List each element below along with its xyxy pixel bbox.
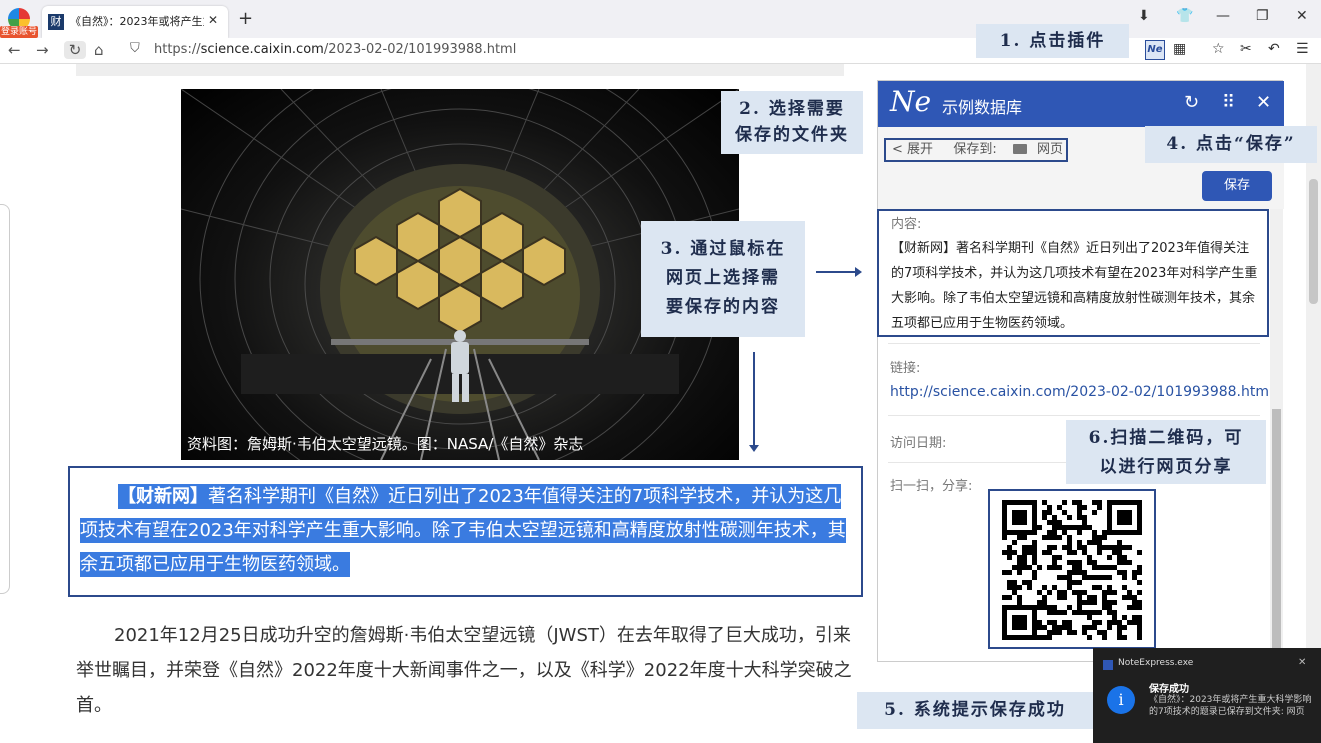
selected-paragraph-box[interactable]: 【财新网】著名科学期刊《自然》近日列出了2023年值得关注的7项科学技术，并认为… (68, 466, 863, 597)
expand-toggle[interactable]: < 展开 (892, 142, 933, 157)
article-paragraph: 2021年12月25日成功升空的詹姆斯·韦伯太空望远镜（JWST）在去年取得了巨… (76, 625, 852, 716)
callout-step-6-line-2: 以进行网页分享 (1099, 457, 1233, 477)
content-text[interactable]: 【财新网】著名科学期刊《自然》近日列出了2023年值得关注的7项科学技术，并认为… (891, 236, 1261, 336)
folder-icon (1012, 144, 1027, 154)
new-tab-button[interactable]: + (238, 8, 253, 29)
callout-step-3-line-1: 3. 通过鼠标在 (660, 239, 786, 259)
callout-step-3-line-2: 网页上选择需 (666, 268, 780, 288)
callout-step-2-line-1: 2. 选择需要 (739, 99, 845, 119)
callout-step-2: 2. 选择需要 保存的文件夹 (721, 91, 863, 154)
divider (888, 415, 1260, 416)
toast-close-icon[interactable]: ✕ (1298, 657, 1306, 668)
shirt-icon[interactable]: 👕 (1176, 8, 1193, 24)
url-input[interactable]: https://science.caixin.com/2023-02-02/10… (154, 39, 1004, 61)
left-side-panel[interactable] (0, 204, 10, 594)
callout-step-3-line-3: 要保存的内容 (666, 297, 780, 317)
link-label: 链接: (890, 361, 921, 376)
qr-code-image (1002, 500, 1142, 640)
close-panel-icon[interactable]: ✕ (1256, 92, 1271, 113)
caixin-favicon-icon: 财 (48, 14, 64, 30)
panel-scrollbar[interactable] (1270, 209, 1283, 661)
noteexpress-app-icon (1103, 660, 1113, 670)
folder-name: 网页 (1036, 142, 1063, 157)
home-icon[interactable]: ⌂ (94, 41, 104, 59)
folder-selector[interactable]: < 展开 保存到: 网页 (884, 138, 1068, 162)
page-scrollbar-thumb[interactable] (1309, 179, 1318, 304)
save-to-label: 保存到: (953, 142, 997, 157)
callout-step-6: 6.扫描二维码，可 以进行网页分享 (1066, 420, 1266, 484)
visit-date-label: 访问日期: (890, 436, 947, 451)
scissors-icon[interactable]: ✂ (1240, 41, 1252, 57)
toast-app-name: NoteExpress.exe (1118, 658, 1194, 668)
divider (888, 343, 1260, 344)
arrow-down-icon (749, 352, 759, 452)
back-icon[interactable]: ← (8, 41, 21, 59)
forward-icon[interactable]: → (36, 41, 49, 59)
undo-icon[interactable]: ↶ (1268, 41, 1280, 57)
tab-caixin-article[interactable]: 财 《自然》：2023年或将产生重 ✕ (42, 6, 228, 38)
favorites-icon[interactable]: ☆ (1212, 41, 1225, 57)
link-value[interactable]: http://science.caixin.com/2023-02-02/101… (890, 384, 1273, 400)
page-top-strip (76, 64, 844, 76)
url-path: /2023-02-02/101993988.html (323, 42, 517, 57)
save-success-toast[interactable]: NoteExpress.exe ✕ i 保存成功 《自然》：2023年或将产生重… (1093, 648, 1321, 743)
shield-icon[interactable]: ⛉ (130, 41, 140, 56)
arrow-right-icon (816, 267, 862, 277)
callout-step-5: 5. 系统提示保存成功 (857, 692, 1093, 729)
toast-title: 保存成功 (1149, 684, 1189, 695)
grid-icon[interactable]: ⠿ (1222, 92, 1235, 113)
url-host: science.caixin.com (200, 42, 324, 57)
tab-title: 《自然》：2023年或将产生重 (70, 15, 204, 28)
close-window-icon[interactable]: ✕ (1296, 8, 1308, 24)
database-title: 示例数据库 (942, 98, 1023, 117)
login-badge[interactable]: 登录账号 (0, 26, 38, 38)
callout-step-6-line-1: 6.扫描二维码，可 (1088, 428, 1244, 448)
info-icon: i (1107, 686, 1135, 714)
refresh-icon[interactable]: ↻ (1184, 92, 1199, 113)
callout-step-2-line-2: 保存的文件夹 (735, 125, 849, 145)
content-field[interactable]: 内容: 【财新网】著名科学期刊《自然》近日列出了2023年值得关注的7项科学技术… (877, 209, 1269, 337)
restore-icon[interactable]: ❐ (1256, 8, 1269, 24)
qr-code[interactable] (988, 489, 1156, 649)
download-icon[interactable]: ⬇ (1138, 8, 1150, 24)
content-label: 内容: (891, 217, 922, 232)
source-tag: 【财新网】 (118, 486, 208, 507)
callout-step-1: 1. 点击插件 (976, 24, 1129, 58)
apps-grid-icon[interactable]: ▦ (1173, 41, 1186, 57)
share-label: 扫一扫，分享: (890, 479, 973, 494)
panel-header: Ne 示例数据库 ↻ ⠿ ✕ (878, 81, 1284, 127)
noteexpress-logo: Ne (890, 85, 932, 118)
panel-scrollbar-thumb[interactable] (1272, 409, 1281, 659)
menu-icon[interactable]: ☰ (1296, 41, 1309, 57)
save-button[interactable]: 保存 (1202, 171, 1272, 201)
selected-paragraph[interactable]: 【财新网】著名科学期刊《自然》近日列出了2023年值得关注的7项科学技术，并认为… (80, 480, 852, 582)
callout-step-3: 3. 通过鼠标在 网页上选择需 要保存的内容 (641, 221, 805, 337)
tab-close-icon[interactable]: ✕ (208, 13, 218, 27)
url-prefix: https:// (154, 42, 201, 57)
noteexpress-extension-icon[interactable]: Ne (1145, 40, 1165, 60)
toast-message: 《自然》：2023年或将产生重大科学影响的7项技术的题录已保存到文件夹: 网页 (1149, 695, 1312, 717)
callout-step-4: 4. 点击“保存” (1145, 126, 1317, 163)
reload-icon[interactable]: ↻ (64, 41, 86, 59)
minimize-icon[interactable]: — (1216, 8, 1230, 24)
photo-caption: 资料图：詹姆斯·韦伯太空望远镜。图：NASA/《自然》杂志 (187, 435, 584, 453)
